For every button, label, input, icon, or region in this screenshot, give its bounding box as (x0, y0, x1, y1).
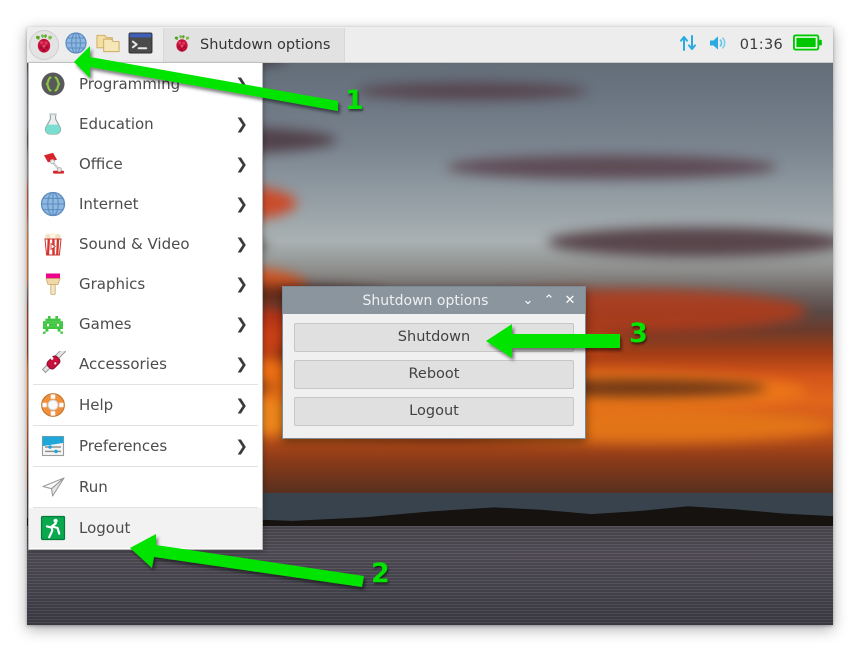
terminal-launcher[interactable] (125, 30, 155, 60)
swiss-knife-icon (39, 350, 67, 378)
space-invader-icon (39, 310, 67, 338)
menu-item-label: Run (79, 478, 108, 496)
menu-item-accessories[interactable]: Accessories ❯ (29, 344, 262, 384)
taskbar-window-button-shutdown-options[interactable]: Shutdown options (163, 27, 346, 62)
minimize-button[interactable]: ⌄ (519, 290, 537, 312)
close-button[interactable]: ✕ (561, 290, 579, 312)
shutdown-options-dialog: Shutdown options ⌄ ⌃ ✕ Shutdown Reboot L… (282, 286, 586, 439)
life-ring-icon (39, 391, 67, 419)
paintbrush-icon (39, 270, 67, 298)
menu-item-programming[interactable]: Programming ❯ (29, 64, 262, 104)
menu-item-label: Games (79, 315, 132, 333)
desktop-screenshot: Shutdown options 01:36 Programming ❯ Edu… (27, 27, 833, 625)
taskbar-window-button-label: Shutdown options (200, 36, 331, 53)
chevron-right-icon: ❯ (235, 74, 248, 93)
clock[interactable]: 01:36 (740, 37, 783, 53)
menu-item-label: Preferences (79, 437, 168, 455)
chevron-right-icon: ❯ (235, 274, 248, 293)
menu-item-label: Education (79, 115, 154, 133)
chevron-right-icon: ❯ (235, 194, 248, 213)
flask-icon (39, 110, 67, 138)
menu-item-education[interactable]: Education ❯ (29, 104, 262, 144)
chevron-right-icon: ❯ (235, 154, 248, 173)
annotation-number-2: 2 (371, 558, 390, 589)
menu-item-graphics[interactable]: Graphics ❯ (29, 264, 262, 304)
menu-item-label: Accessories (79, 355, 167, 373)
menu-item-label: Internet (79, 195, 139, 213)
dialog-title: Shutdown options (362, 292, 489, 309)
braces-icon (39, 70, 67, 98)
menu-item-office[interactable]: Office ❯ (29, 144, 262, 184)
chevron-right-icon: ❯ (235, 354, 248, 373)
chevron-right-icon: ❯ (235, 114, 248, 133)
wallpaper-cloud (357, 82, 587, 100)
speaker-volume-icon[interactable] (708, 33, 730, 57)
annotation-number-3: 3 (629, 318, 648, 349)
chevron-right-icon: ❯ (235, 395, 248, 414)
dialog-titlebar[interactable]: Shutdown options ⌄ ⌃ ✕ (283, 287, 585, 314)
application-menu[interactable]: Programming ❯ Education ❯ Office ❯ Inter… (28, 63, 263, 550)
battery-full-icon[interactable] (793, 33, 823, 56)
menu-item-help[interactable]: Help ❯ (29, 385, 262, 425)
page-root: Shutdown options 01:36 Programming ❯ Edu… (0, 0, 861, 658)
menu-item-label: Logout (79, 519, 131, 537)
chevron-right-icon: ❯ (235, 436, 248, 455)
chevron-right-icon: ❯ (235, 314, 248, 333)
web-browser-icon (64, 31, 88, 59)
dialog-shutdown-button[interactable]: Shutdown (294, 323, 574, 352)
popcorn-icon (39, 230, 67, 258)
menu-item-games[interactable]: Games ❯ (29, 304, 262, 344)
raspberry-menu-icon (33, 32, 55, 58)
paper-plane-icon (39, 473, 67, 501)
desk-lamp-icon (39, 150, 67, 178)
system-tray: 01:36 (678, 33, 833, 57)
menu-item-internet[interactable]: Internet ❯ (29, 184, 262, 224)
dialog-logout-button[interactable]: Logout (294, 397, 574, 426)
wallpaper-cloud (447, 155, 777, 179)
network-updown-arrows-icon[interactable] (678, 33, 698, 57)
menu-item-label: Help (79, 396, 114, 414)
globe-icon (39, 190, 67, 218)
menu-item-logout[interactable]: Logout (29, 508, 262, 548)
chevron-right-icon: ❯ (235, 234, 248, 253)
sliders-icon (39, 432, 67, 460)
wallpaper-cloud (547, 227, 833, 257)
menu-item-preferences[interactable]: Preferences ❯ (29, 426, 262, 466)
menu-item-label: Sound & Video (79, 235, 190, 253)
web-browser-launcher[interactable] (61, 30, 91, 60)
menu-item-label: Graphics (79, 275, 146, 293)
menu-item-sound-and-video[interactable]: Sound & Video ❯ (29, 224, 262, 264)
menu-item-label: Office (79, 155, 123, 173)
annotation-number-1: 1 (345, 85, 364, 116)
terminal-icon (128, 31, 153, 58)
exit-running-icon (39, 514, 67, 542)
file-manager-icon (95, 31, 121, 59)
menu-item-run[interactable]: Run (29, 467, 262, 507)
raspberry-icon (172, 33, 192, 57)
taskbar-panel: Shutdown options 01:36 (27, 27, 833, 63)
dialog-reboot-button[interactable]: Reboot (294, 360, 574, 389)
file-manager-launcher[interactable] (93, 30, 123, 60)
maximize-button[interactable]: ⌃ (540, 290, 558, 312)
dialog-body: Shutdown Reboot Logout (283, 314, 585, 438)
menu-item-label: Programming (79, 75, 181, 93)
raspberry-menu-button[interactable] (29, 29, 59, 60)
